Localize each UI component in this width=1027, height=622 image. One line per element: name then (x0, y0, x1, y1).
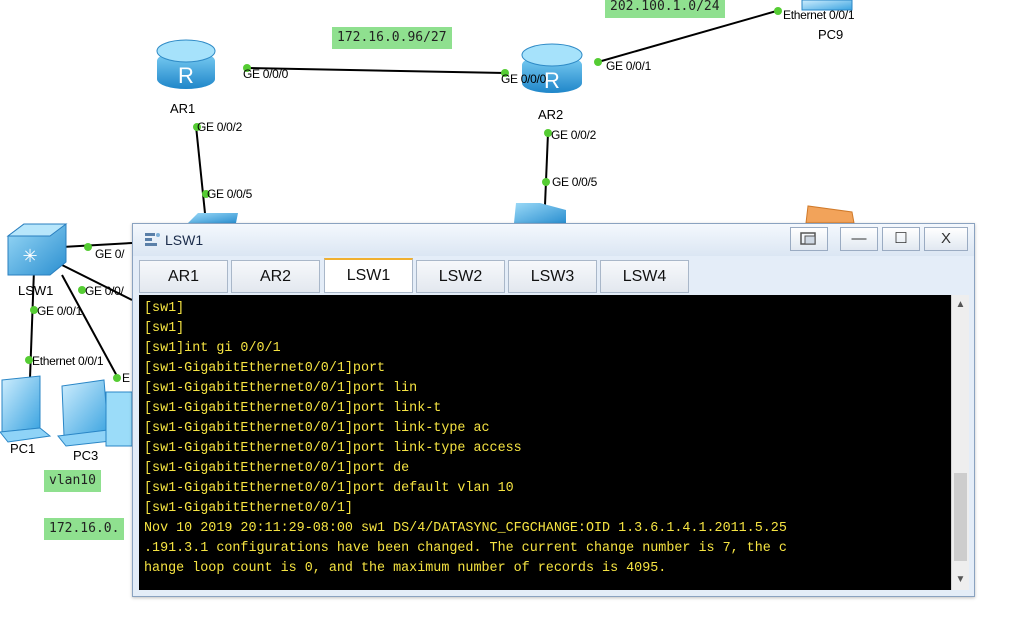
window-titlebar[interactable]: LSW1 — ☐ X (133, 224, 974, 256)
device-name-pc1: PC1 (10, 441, 36, 456)
terminal-line: [sw1-GigabitEthernet0/0/1]port de (144, 461, 410, 476)
terminal-console[interactable]: [sw1] [sw1] [sw1]int gi 0/0/1 [sw1-Gigab… (139, 295, 951, 590)
terminal-line: .191.3.1 configurations have been change… (144, 541, 787, 556)
device-name-ar2: AR2 (538, 107, 564, 122)
port-label: Ethernet 0/0/1 (783, 8, 855, 22)
port-label: GE 0/0/1 (37, 304, 82, 318)
terminal-output[interactable]: [sw1] [sw1] [sw1]int gi 0/0/1 [sw1-Gigab… (139, 295, 951, 579)
pc-icon[interactable] (57, 379, 133, 447)
port-label: GE 0/0/5 (207, 187, 252, 201)
router-icon[interactable]: R (156, 39, 216, 89)
close-icon: X (940, 230, 951, 247)
port-label: GE 0/0/0 (243, 67, 288, 81)
scrollbar-thumb[interactable] (954, 473, 967, 561)
server-icon[interactable] (805, 205, 855, 224)
port-label: GE 0/0/1 (606, 59, 651, 73)
tab-lsw3[interactable]: LSW3 (508, 260, 597, 293)
close-button[interactable]: X (924, 227, 968, 251)
svg-text:R: R (178, 63, 194, 88)
vertical-scrollbar[interactable]: ▲ ▼ (951, 295, 969, 590)
tab-ar2[interactable]: AR2 (231, 260, 320, 293)
svg-text:✳: ✳ (22, 246, 37, 267)
terminal-line: hange loop count is 0, and the maximum n… (144, 561, 667, 576)
device-name-pc9: PC9 (818, 27, 844, 42)
device-name-pc3: PC3 (73, 448, 99, 463)
scroll-up-icon[interactable]: ▲ (952, 297, 969, 313)
network-label: 172.16.0.96/27 (332, 27, 452, 49)
minimize-icon: — (851, 230, 867, 247)
port-label: GE 0/0/2 (551, 128, 596, 142)
terminal-line: [sw1-GigabitEthernet0/0/1]port link-type… (144, 421, 490, 436)
network-label: 172.16.0. (44, 518, 125, 540)
vlan-label: vlan10 (44, 470, 101, 492)
terminal-app-icon (143, 230, 163, 255)
scroll-down-icon[interactable]: ▼ (952, 572, 969, 588)
maximize-button[interactable]: ☐ (882, 227, 920, 251)
terminal-line: [sw1-GigabitEthernet0/0/1]port link-type… (144, 441, 522, 456)
tab-lsw1[interactable]: LSW1 (324, 258, 413, 293)
terminal-line: [sw1-GigabitEthernet0/0/1]port link-t (144, 401, 442, 416)
terminal-line: [sw1]int gi 0/0/1 (144, 341, 281, 356)
port-label: GE 0/0/0 (501, 72, 546, 86)
tab-lsw2[interactable]: LSW2 (416, 260, 505, 293)
port-label: E (122, 371, 130, 385)
terminal-line: [sw1-GigabitEthernet0/0/1]port default v… (144, 481, 514, 496)
switch-icon[interactable] (188, 213, 238, 223)
restore-icon (800, 232, 816, 245)
terminal-line: [sw1] (144, 321, 185, 336)
port-label: GE 0/0/2 (197, 120, 242, 134)
switch-icon[interactable]: ✳ (6, 223, 68, 276)
device-name-ar1: AR1 (170, 101, 196, 116)
link-ar2-lsw[interactable] (544, 132, 549, 206)
window-title: LSW1 (165, 232, 204, 248)
terminal-line: [sw1-GigabitEthernet0/0/1] (144, 501, 353, 516)
tab-lsw4[interactable]: LSW4 (600, 260, 689, 293)
device-name-lsw1: LSW1 (18, 283, 54, 298)
tab-ar1[interactable]: AR1 (139, 260, 228, 293)
port-label: GE 0/0/ (85, 284, 124, 298)
terminal-line: [sw1-GigabitEthernet0/0/1]port (144, 361, 386, 376)
svg-text:R: R (544, 68, 560, 93)
terminal-line: [sw1-GigabitEthernet0/0/1]port lin (144, 381, 418, 396)
maximize-icon: ☐ (894, 230, 908, 247)
pc-icon[interactable] (0, 375, 52, 443)
port-label: GE 0/0/5 (552, 175, 597, 189)
minimize-button[interactable]: — (840, 227, 878, 251)
network-label: 202.100.1.0/24 (605, 0, 725, 18)
port-label: Ethernet 0/0/1 (32, 354, 104, 368)
link-ar1-lsw[interactable] (195, 125, 207, 224)
port-label: GE 0/ (95, 247, 125, 261)
cli-window[interactable]: LSW1 — ☐ X AR1 AR2 LSW1 LSW2 LSW3 LSW4 [… (132, 223, 975, 597)
restore-button[interactable] (790, 227, 828, 251)
terminal-line: [sw1] (144, 301, 185, 316)
switch-icon[interactable] (514, 203, 566, 223)
terminal-line: Nov 10 2019 20:11:29-08:00 sw1 DS/4/DATA… (144, 521, 787, 536)
